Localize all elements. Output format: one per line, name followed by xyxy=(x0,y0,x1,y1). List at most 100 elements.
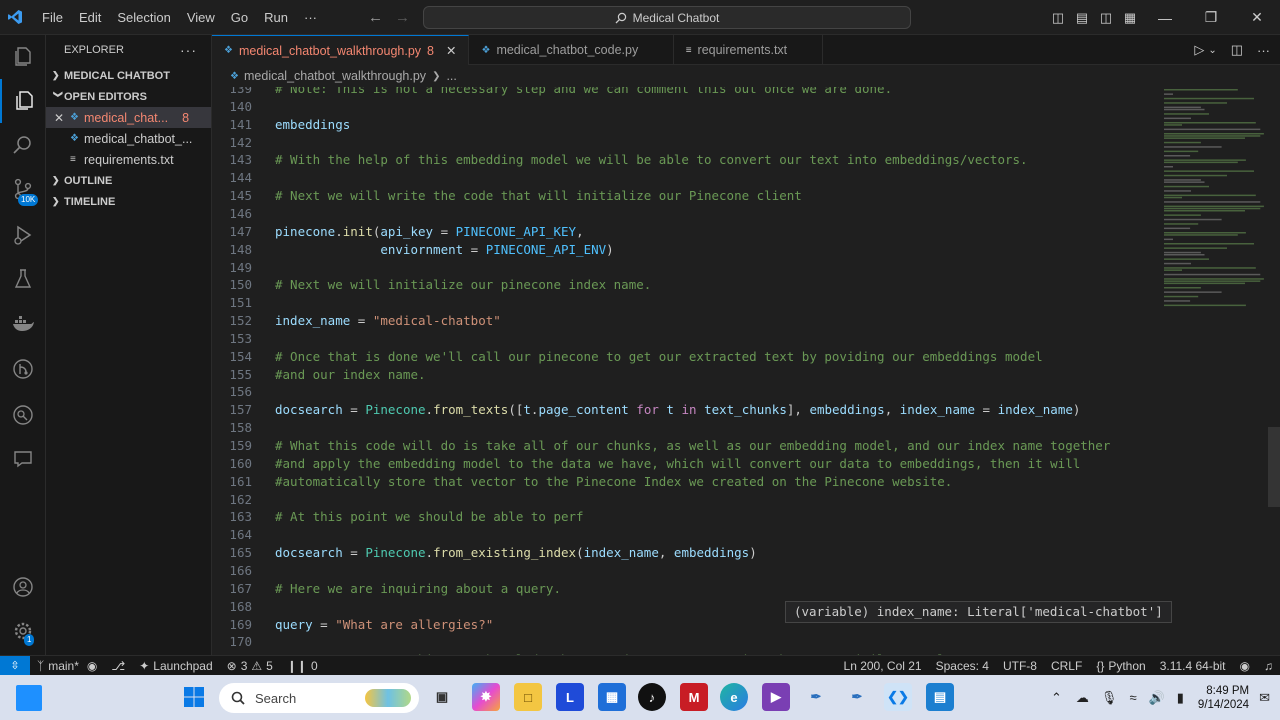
mcafee-icon[interactable]: M xyxy=(680,683,708,711)
chat-comments-icon[interactable] xyxy=(0,437,46,481)
code-line[interactable]: 155 #and our index name. xyxy=(212,366,425,384)
split-editor-icon[interactable]: ◫ xyxy=(1231,42,1243,58)
code-line[interactable]: 156 xyxy=(212,383,252,401)
open-editors-section[interactable]: ❯ OPEN EDITORS xyxy=(46,86,211,107)
code-editor[interactable]: 139 # Note: This is not a necessary step … xyxy=(212,87,1280,655)
menu-run[interactable]: Run xyxy=(256,0,296,35)
taskbar-clock[interactable]: 8:49 PM 9/14/2024 xyxy=(1190,684,1257,712)
code-line[interactable]: 150 # Next we will initialize our pinecon… xyxy=(212,276,651,294)
code-line[interactable]: 167 # Here we are inquiring about a query… xyxy=(212,580,561,598)
editor-more-icon[interactable]: ··· xyxy=(1257,43,1270,58)
minimap[interactable] xyxy=(1160,87,1268,655)
menu-edit[interactable]: Edit xyxy=(71,0,109,35)
branch-status[interactable]: ᛉ main* ◉ xyxy=(30,659,104,673)
customize-layout-icon[interactable]: ▦ xyxy=(1118,10,1142,26)
accounts-icon[interactable] xyxy=(0,565,46,609)
file-explorer-icon[interactable]: □ xyxy=(514,683,542,711)
forward-arrow-icon[interactable]: → xyxy=(395,9,410,26)
code-line[interactable]: 140 xyxy=(212,98,252,116)
code-line[interactable]: 147 pinecone.init(api_key = PINECONE_API_… xyxy=(212,223,583,241)
menu-file[interactable]: File xyxy=(34,0,71,35)
edge-browser-icon[interactable]: e xyxy=(720,683,748,711)
toggle-panel-icon[interactable]: ▤ xyxy=(1070,10,1094,26)
back-arrow-icon[interactable]: ← xyxy=(368,9,383,26)
explorer-icon[interactable] xyxy=(0,79,46,123)
volume-icon[interactable]: 🔊 xyxy=(1143,690,1171,706)
code-line[interactable]: 143 # With the help of this embedding mod… xyxy=(212,151,1027,169)
taskbar-search[interactable]: Search xyxy=(219,683,419,713)
code-line[interactable]: 163 # At this point we should be able to … xyxy=(212,508,583,526)
code-line[interactable]: 149 xyxy=(212,259,252,277)
docker-icon[interactable] xyxy=(0,301,46,345)
launchpad-status[interactable]: ✦ Launchpad xyxy=(132,659,219,673)
menu-go[interactable]: Go xyxy=(223,0,256,35)
code-line[interactable]: 153 xyxy=(212,330,252,348)
close-editor-icon[interactable]: ✕ xyxy=(46,111,70,125)
ports-status[interactable]: ❙❙ 0 xyxy=(280,659,325,673)
code-line[interactable]: 152 index_name = "medical-chatbot" xyxy=(212,312,500,330)
store-icon[interactable]: ▦ xyxy=(598,683,626,711)
draw-app-icon[interactable]: ✒ xyxy=(843,683,871,711)
explorer-more-icon[interactable]: ··· xyxy=(180,42,197,58)
code-line[interactable]: 169 query = "What are allergies?" xyxy=(212,616,493,634)
menu-more[interactable]: ··· xyxy=(296,0,325,35)
menu-view[interactable]: View xyxy=(179,0,223,35)
close-tab-icon[interactable]: ✕ xyxy=(446,43,456,58)
notification-icon[interactable]: ✉ xyxy=(1257,690,1280,706)
tab-walkthrough[interactable]: ❖ medical_chatbot_walkthrough.py 8 ✕ xyxy=(212,35,470,65)
tab-code[interactable]: ❖ medical_chatbot_code.py ✕ xyxy=(469,35,674,65)
encoding[interactable]: UTF-8 xyxy=(996,659,1044,673)
task-view-icon[interactable]: ▣ xyxy=(428,683,456,711)
git-graph-status[interactable]: ⎇ xyxy=(104,659,132,673)
code-line[interactable]: 168 xyxy=(212,598,252,616)
code-line[interactable]: 159 # What this code will do is take all … xyxy=(212,437,1110,455)
notifications-bell-icon[interactable]: ♫ xyxy=(1257,659,1280,673)
code-line[interactable]: 166 xyxy=(212,562,252,580)
code-line[interactable]: 151 xyxy=(212,294,252,312)
code-line[interactable]: 160 #and apply the embedding model to the… xyxy=(212,455,1080,473)
windows-start-icon[interactable] xyxy=(180,683,208,711)
code-line[interactable]: 154 # Once that is done we'll call our pi… xyxy=(212,348,1042,366)
code-line[interactable]: 139 # Note: This is not a necessary step … xyxy=(212,87,892,98)
code-line[interactable]: 170 xyxy=(212,633,252,651)
testing-flask-icon[interactable] xyxy=(0,257,46,301)
breadcrumb-more[interactable]: ... xyxy=(446,69,456,83)
copilot-icon[interactable]: ◉ xyxy=(1233,659,1257,673)
remote-indicator-icon[interactable]: ⇳ xyxy=(0,655,30,676)
vertical-scrollbar[interactable] xyxy=(1268,87,1280,655)
code-line[interactable]: 165 docsearch = Pinecone.from_existing_in… xyxy=(212,544,756,562)
widgets-icon[interactable] xyxy=(16,685,42,711)
window-app-icon[interactable]: ▤ xyxy=(926,683,954,711)
open-editor-item[interactable]: ≡ requirements.txt xyxy=(46,149,211,170)
code-line[interactable]: 164 xyxy=(212,526,252,544)
toggle-secondary-sidebar-icon[interactable]: ◫ xyxy=(1094,10,1118,26)
python-interpreter[interactable]: 3.11.4 64-bit xyxy=(1153,659,1233,673)
vscode-taskbar-icon[interactable]: ❮❯ xyxy=(884,683,912,711)
code-line[interactable]: 162 xyxy=(212,491,252,509)
toggle-sidebar-icon[interactable]: ◫ xyxy=(1046,10,1070,26)
source-control-icon[interactable]: 10K xyxy=(0,167,46,211)
code-line[interactable]: 157 docsearch = Pinecone.from_texts([t.pa… xyxy=(212,401,1080,419)
battery-icon[interactable]: ▮ xyxy=(1171,690,1190,706)
code-line[interactable]: 158 xyxy=(212,419,252,437)
tray-chevron-up-icon[interactable]: ⌃ xyxy=(1043,690,1070,706)
open-editor-item[interactable]: ❖ medical_chatbot_... xyxy=(46,128,211,149)
outline-section[interactable]: ❯ OUTLINE xyxy=(46,170,211,191)
microphone-icon[interactable]: 🎙 xyxy=(1095,690,1124,706)
command-center-search[interactable]: Medical Chatbot xyxy=(423,6,911,29)
code-line[interactable]: 142 xyxy=(212,134,252,152)
close-window-icon[interactable]: ✕ xyxy=(1234,9,1280,26)
run-file-icon[interactable]: ▷ xyxy=(1194,42,1204,58)
onedrive-cloud-icon[interactable]: ☁ xyxy=(1070,690,1095,706)
cursor-position[interactable]: Ln 200, Col 21 xyxy=(837,659,929,673)
menu-selection[interactable]: Selection xyxy=(109,0,178,35)
code-line[interactable]: 148 enviornment = PINECONE_API_ENV) xyxy=(212,241,613,259)
code-line[interactable]: 141 embeddings xyxy=(212,116,350,134)
scrollbar-thumb[interactable] xyxy=(1268,427,1280,507)
search-activity-icon[interactable] xyxy=(0,123,46,167)
gitlens-icon[interactable] xyxy=(0,347,46,391)
code-line[interactable]: 144 xyxy=(212,169,252,187)
line-ending[interactable]: CRLF xyxy=(1044,659,1089,673)
explorer-files-icon[interactable] xyxy=(0,35,46,79)
project-section[interactable]: ❯ MEDICAL CHATBOT xyxy=(46,65,211,86)
